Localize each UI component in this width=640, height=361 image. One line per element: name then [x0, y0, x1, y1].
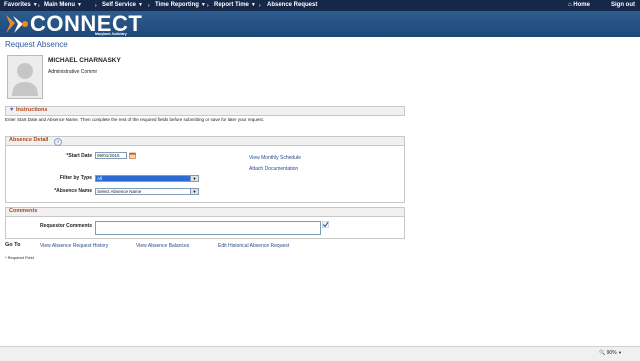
view-monthly-schedule-link[interactable]: View Monthly Schedule: [249, 155, 301, 161]
requestor-comments-label: Requestor Comments: [40, 223, 92, 229]
menu-absence-request[interactable]: Absence Request: [267, 2, 317, 8]
chevron-down-icon: ▼: [77, 2, 82, 8]
avatar-icon: [8, 56, 42, 98]
home-link[interactable]: ⌂ Home: [568, 2, 590, 8]
separator-icon: ›: [95, 3, 97, 9]
instructions-text: Enter Start Date and Absence Name. Then …: [5, 117, 265, 122]
separator-icon: ›: [38, 3, 40, 9]
view-absence-request-history-link[interactable]: View Absence Request History: [40, 243, 108, 249]
instructions-header[interactable]: ▼ Instructions: [5, 106, 405, 116]
zoom-icon: 🔍: [599, 350, 606, 356]
chevron-down-icon: ▼: [190, 176, 198, 181]
employee-title: Administrative Commr: [48, 69, 98, 75]
home-icon: ⌂: [568, 2, 572, 8]
menu-self-service[interactable]: Self Service ▼: [102, 2, 143, 8]
chevron-down-icon: ▼: [190, 189, 198, 194]
separator-icon: ›: [148, 3, 150, 9]
menu-report-time[interactable]: Report Time ▼: [214, 2, 256, 8]
view-absence-balances-link[interactable]: View Absence Balances: [136, 243, 189, 249]
signout-link[interactable]: Sign out: [611, 2, 635, 8]
filter-type-label: Filter by Type: [59, 175, 92, 181]
separator-icon: ›: [207, 3, 209, 9]
employee-name: MICHAEL CHARNASKY: [48, 57, 121, 64]
employee-photo: [7, 55, 43, 99]
calendar-icon[interactable]: [129, 152, 136, 159]
menu-main-menu[interactable]: Main Menu ▼: [44, 2, 82, 8]
help-icon[interactable]: ?: [54, 138, 62, 146]
chevron-down-icon: ▼: [250, 2, 256, 8]
chevron-down-icon: ▼: [618, 350, 622, 355]
logo-subtitle: Maryland Judiciary: [95, 32, 127, 36]
menu-favorites[interactable]: Favorites ▼: [4, 2, 38, 8]
absence-name-label: *Absence Name: [54, 188, 92, 194]
required-field-note: * Required Field: [5, 255, 34, 260]
attach-documentation-link[interactable]: Attach Documentation: [249, 166, 298, 172]
edit-historical-absence-request-link[interactable]: Edit Historical Absence Request: [218, 243, 289, 249]
menu-time-reporting[interactable]: Time Reporting ▼: [155, 2, 206, 8]
zoom-control[interactable]: 🔍 90% ▼: [599, 350, 622, 356]
chevron-down-icon: ▼: [138, 2, 143, 8]
page-title: Request Absence: [5, 40, 68, 49]
start-date-label: *Start Date: [66, 153, 92, 159]
comments-header: Comments: [5, 207, 405, 217]
start-date-field[interactable]: 09/01/2015: [95, 152, 127, 159]
collapse-arrow-icon: ▼: [9, 107, 15, 113]
chevron-down-icon: ▼: [32, 2, 38, 8]
requestor-comments-textarea[interactable]: [95, 221, 321, 235]
connect-logo-icon: [6, 15, 28, 33]
absence-name-select[interactable]: Select Absence Name ▼: [95, 188, 199, 195]
goto-label: Go To: [5, 242, 21, 248]
filter-type-select[interactable]: All ▼: [95, 175, 199, 182]
spellcheck-icon[interactable]: [322, 221, 329, 228]
browser-status-bar: 🔍 90% ▼: [0, 346, 640, 361]
chevron-down-icon: ▼: [200, 2, 206, 8]
absence-detail-header: Absence Detail: [5, 136, 405, 146]
top-menu-bar: Favorites ▼ › Main Menu ▼ › Self Service ▼ …: [0, 0, 640, 11]
separator-icon: ›: [259, 3, 261, 9]
